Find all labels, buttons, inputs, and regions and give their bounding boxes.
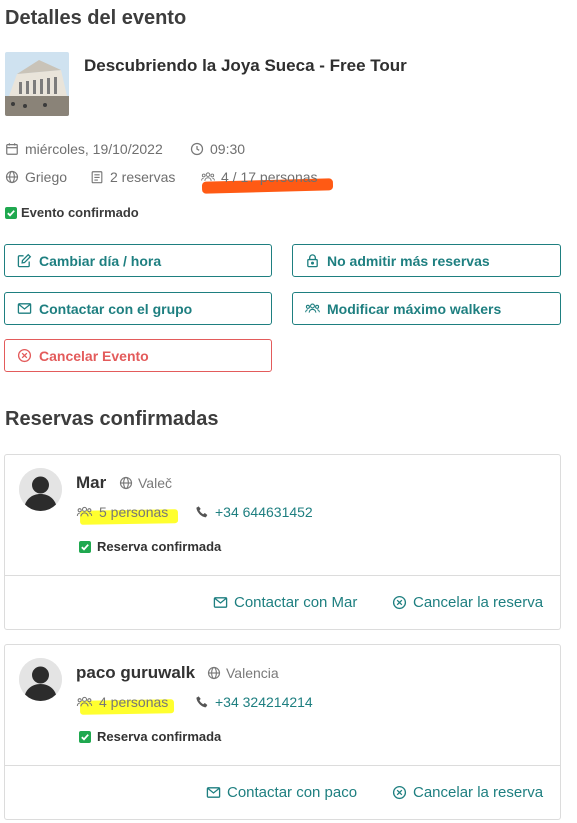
globe-icon — [119, 476, 133, 490]
contact-booker-link[interactable]: Contactar con paco — [206, 784, 357, 801]
event-bookings-text: 2 reservas — [110, 169, 176, 185]
change-date-label: Cambiar día / hora — [39, 252, 162, 269]
booking-people-text: 4 personas — [99, 694, 169, 710]
cancel-booking-link[interactable]: Cancelar la reserva — [392, 594, 543, 611]
close-bookings-label: No admitir más reservas — [327, 252, 490, 269]
cancel-icon — [17, 348, 32, 363]
booker-name: paco guruwalk — [76, 663, 196, 682]
booking-card: paco guruwalk Valencia 4 personas +34 32… — [4, 644, 561, 820]
booking-status: Reserva confirmada — [79, 729, 221, 744]
booking-phone[interactable]: +34 324214214 — [195, 694, 313, 710]
contact-booker-link[interactable]: Contactar con Mar — [213, 594, 357, 611]
users-icon — [76, 696, 93, 707]
envelope-icon — [206, 787, 221, 798]
cancel-booking-label: Cancelar la reserva — [413, 784, 544, 801]
booking-phone-text: +34 644631452 — [215, 504, 313, 520]
edit-icon — [17, 253, 32, 268]
envelope-icon — [213, 597, 228, 608]
booking-phone-text: +34 324214214 — [215, 694, 313, 710]
modify-max-walkers-button[interactable]: Modificar máximo walkers — [292, 292, 561, 325]
booking-people: 4 personas — [76, 694, 168, 710]
booking-people: 5 personas — [76, 504, 168, 520]
event-status-text: Evento confirmado — [21, 205, 139, 220]
contact-booker-label: Contactar con Mar — [234, 594, 358, 611]
globe-icon — [5, 170, 19, 184]
booker-name: Mar — [76, 473, 107, 492]
event-date-text: miércoles, 19/10/2022 — [25, 141, 163, 157]
bookings-section-title: Reservas confirmadas — [5, 408, 219, 430]
booking-status: Reserva confirmada — [79, 539, 221, 554]
booker-city: Valeč — [119, 475, 172, 491]
event-thumbnail — [5, 52, 69, 116]
contact-group-button[interactable]: Contactar con el grupo — [4, 292, 272, 325]
cancel-icon — [392, 595, 407, 610]
booker-city-text: Valencia — [226, 665, 279, 681]
users-icon — [201, 172, 215, 181]
check-icon — [79, 730, 91, 743]
cancel-booking-link[interactable]: Cancelar la reserva — [392, 784, 543, 801]
calendar-icon — [6, 143, 18, 155]
contact-group-label: Contactar con el grupo — [39, 300, 193, 317]
booker-city-text: Valeč — [138, 475, 172, 491]
event-date: miércoles, 19/10/2022 — [5, 141, 163, 157]
lock-icon — [307, 254, 318, 268]
event-status: Evento confirmado — [5, 205, 139, 220]
event-capacity: 4 / 17 personas — [201, 169, 318, 185]
cancel-booking-label: Cancelar la reserva — [413, 594, 544, 611]
change-date-button[interactable]: Cambiar día / hora — [4, 244, 272, 277]
envelope-icon — [17, 303, 32, 314]
users-icon — [76, 506, 93, 517]
cancel-event-button[interactable]: Cancelar Evento — [4, 339, 272, 372]
booker-city: Valencia — [207, 665, 279, 681]
event-capacity-text: 4 / 17 personas — [221, 169, 318, 185]
page-title: Detalles del evento — [5, 7, 187, 29]
close-bookings-button[interactable]: No admitir más reservas — [292, 244, 561, 277]
event-title: Descubriendo la Joya Sueca - Free Tour — [84, 56, 407, 75]
event-bookings-count: 2 reservas — [90, 169, 175, 185]
phone-icon — [196, 506, 208, 518]
check-icon — [5, 206, 17, 219]
avatar-icon — [19, 658, 62, 701]
booking-status-text: Reserva confirmada — [97, 729, 222, 744]
cancel-event-label: Cancelar Evento — [39, 347, 149, 364]
booking-people-text: 5 personas — [99, 504, 169, 520]
clipboard-icon — [91, 171, 103, 184]
booking-phone[interactable]: +34 644631452 — [195, 504, 313, 520]
phone-icon — [196, 696, 208, 708]
check-icon — [79, 540, 91, 553]
card-divider — [5, 765, 560, 766]
event-language-text: Griego — [25, 169, 68, 185]
event-time-text: 09:30 — [210, 141, 246, 157]
event-language: Griego — [5, 169, 67, 185]
users-icon — [305, 303, 320, 313]
booking-card: Mar Valeč 5 personas +34 644631452 Reser… — [4, 454, 561, 630]
booking-status-text: Reserva confirmada — [97, 539, 222, 554]
cancel-icon — [392, 785, 407, 800]
contact-booker-label: Contactar con paco — [227, 784, 358, 801]
globe-icon — [207, 666, 221, 680]
clock-icon — [190, 142, 204, 156]
avatar-icon — [19, 468, 62, 511]
event-time: 09:30 — [190, 141, 245, 157]
modify-max-label: Modificar máximo walkers — [327, 300, 502, 317]
card-divider — [5, 575, 560, 576]
